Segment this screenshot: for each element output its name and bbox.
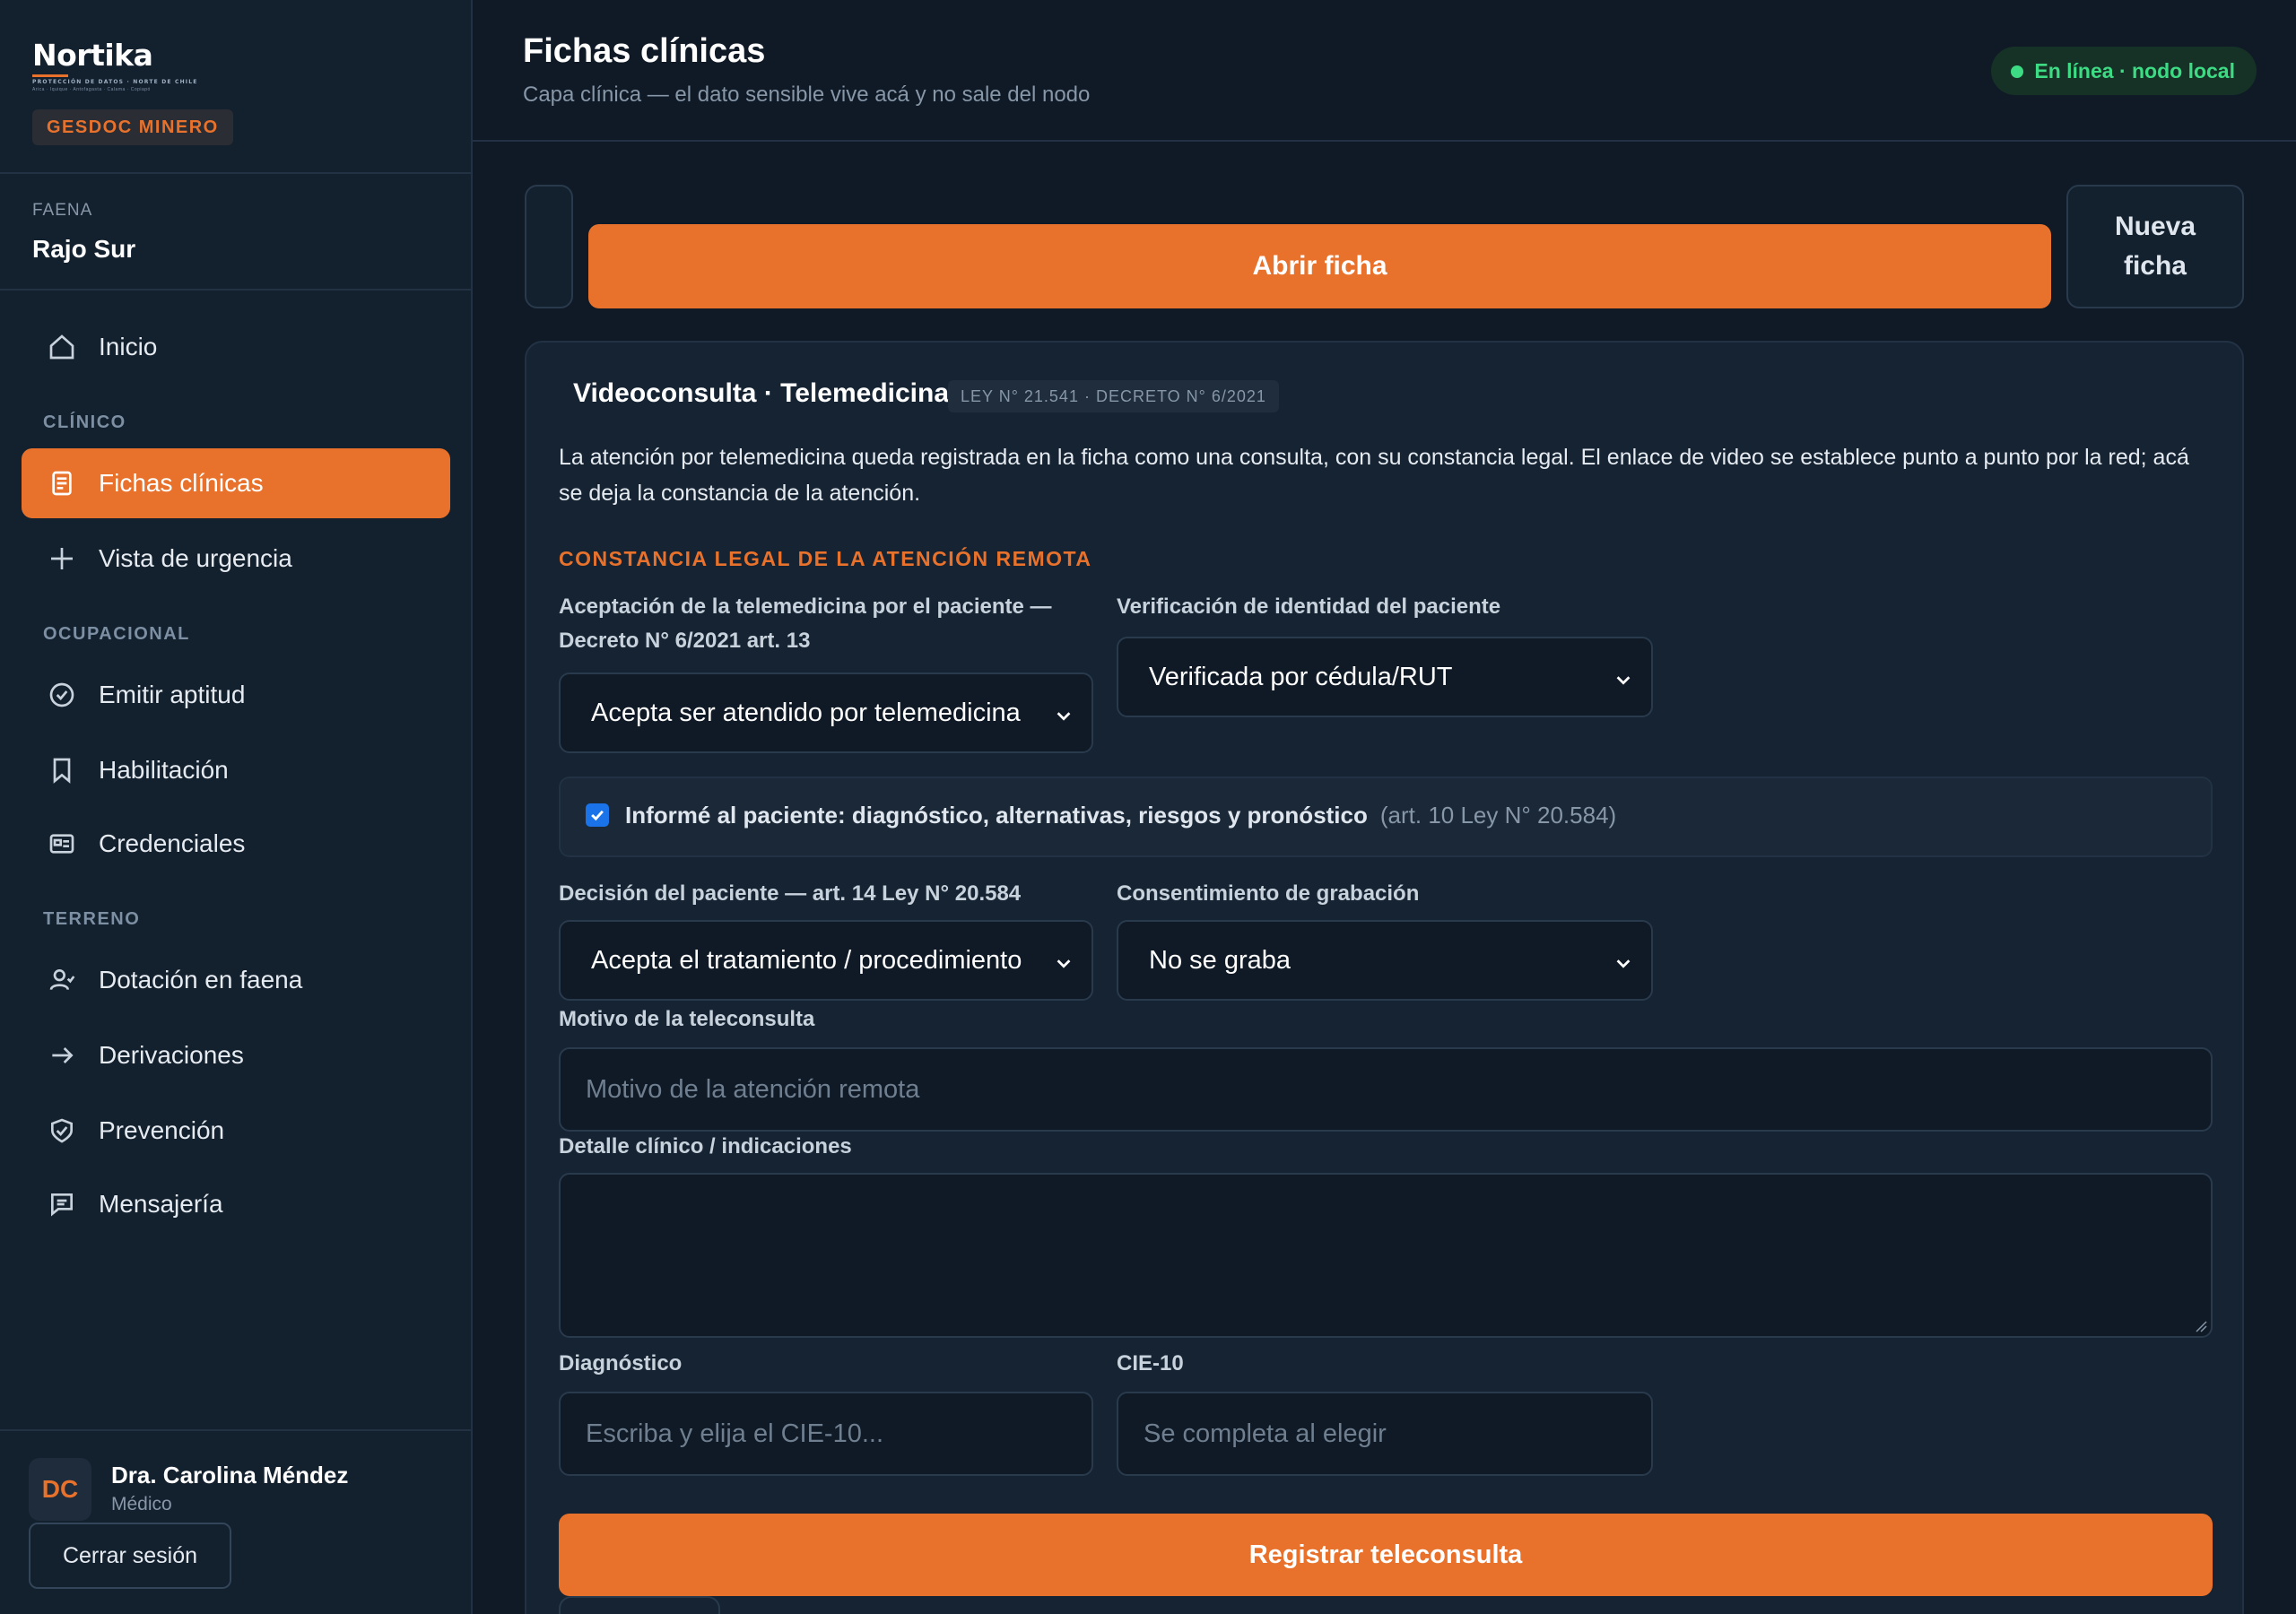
patient-search-input[interactable] [525,185,573,308]
open-record-button[interactable]: Abrir ficha [588,224,2051,308]
law-badge: LEY N° 21.541 · DECRETO N° 6/2021 [948,380,1279,412]
user-check-icon [47,965,77,995]
informed-note: (art. 10 Ley N° 20.584) [1379,802,1617,829]
section-title-legal: CONSTANCIA LEGAL DE LA ATENCIÓN REMOTA [559,547,1092,570]
sidebar-item-label: Credenciales [99,829,246,857]
chevron-down-icon [1613,950,1633,970]
divider [0,289,471,291]
product-badge: GESDOC MINERO [32,109,233,145]
diagnostico-label: Diagnóstico [559,1351,683,1375]
sidebar-item-urgencia[interactable]: Vista de urgencia [22,524,450,594]
card-description: La atención por telemedicina queda regis… [559,445,2189,506]
decision-select[interactable]: Acepta el tratamiento / procedimiento [559,920,1093,1001]
sidebar-item-fichas[interactable]: Fichas clínicas [22,448,450,518]
motivo-placeholder: Motivo de la atención remota [586,1074,920,1104]
logo-text: Nortika [32,38,153,73]
card-title: Videoconsulta · Telemedicina [573,378,950,408]
new-record-button[interactable]: Nueva ficha [2066,185,2244,308]
informed-checkbox-row[interactable]: Informé al paciente: diagnóstico, altern… [559,777,2213,857]
motivo-input[interactable]: Motivo de la atención remota [559,1047,2213,1132]
sidebar-item-habilitacion[interactable]: Habilitación [22,735,450,805]
sidebar-item-label: Fichas clínicas [99,469,264,497]
sidebar-item-label: Derivaciones [99,1041,244,1069]
acceptance-select[interactable]: Acepta ser atendido por telemedicina [559,672,1093,753]
sidebar-item-label: Prevención [99,1116,225,1144]
decision-value: Acepta el tratamiento / procedimiento [591,945,1022,975]
user-role: Médico [111,1494,172,1514]
document-icon [47,468,77,499]
identity-select[interactable]: Verificada por cédula/RUT [1117,637,1653,717]
recording-label: Consentimiento de grabación [1117,881,1420,906]
section-label-ocupacional: OCUPACIONAL [43,624,190,644]
cie-placeholder: Se completa al elegir [1144,1419,1387,1448]
sidebar-item-label: Dotación en faena [99,966,303,994]
recording-select[interactable]: No se graba [1117,920,1653,1001]
page-title: Fichas clínicas [523,32,766,70]
arrow-right-icon [47,1040,77,1071]
acceptance-label: Aceptación de la telemedicina por el pac… [559,594,1052,653]
faena-value: Rajo Sur [32,235,136,263]
motivo-label: Motivo de la teleconsulta [559,1007,815,1031]
cie-label: CIE-10 [1117,1351,1184,1375]
logo-subline: Arica · Iquique · Antofagasta · Calama ·… [32,87,151,92]
detalle-textarea[interactable] [559,1173,2213,1338]
chevron-down-icon [1054,703,1074,723]
informed-label: Informé al paciente: diagnóstico, altern… [625,802,1617,829]
resize-handle-icon[interactable] [2195,1320,2207,1332]
sidebar-item-aptitud[interactable]: Emitir aptitud [22,660,450,730]
sidebar-item-inicio[interactable]: Inicio [22,312,450,382]
divider [0,172,471,174]
check-circle-icon [47,680,77,710]
page-header: Fichas clínicas Capa clínica — el dato s… [473,0,2296,142]
diagnostico-placeholder: Escriba y elija el CIE-10... [586,1419,884,1448]
register-teleconsult-button[interactable]: Registrar teleconsulta [559,1514,2213,1596]
user-name: Dra. Carolina Méndez [111,1462,349,1488]
brand-logo[interactable]: Nortika PROTECCIÓN DE DATOS · NORTE DE C… [32,38,198,92]
home-icon [47,332,77,362]
decision-label: Decisión del paciente — art. 14 Ley N° 2… [559,881,1022,906]
informed-checkbox[interactable] [586,803,609,827]
sidebar-item-label: Inicio [99,333,158,360]
identity-label: Verificación de identidad del paciente [1117,594,1501,619]
sidebar-item-dotacion[interactable]: Dotación en faena [22,945,450,1015]
user-panel: DC Dra. Carolina Méndez Médico Cerrar se… [0,1429,471,1614]
sidebar-item-mensajeria[interactable]: Mensajería [22,1169,450,1239]
status-text: En línea · nodo local [2034,59,2235,82]
faena-label: FAENA [32,201,93,220]
status-badge: En línea · nodo local [1991,47,2257,95]
sidebar-item-derivaciones[interactable]: Derivaciones [22,1020,450,1090]
shield-check-icon [47,1115,77,1146]
chevron-down-icon [1054,950,1074,970]
cie-input[interactable]: Se completa al elegir [1117,1392,1653,1476]
sidebar: Nortika PROTECCIÓN DE DATOS · NORTE DE C… [0,0,473,1614]
secondary-button-partial[interactable] [559,1596,720,1614]
plus-icon [47,543,77,574]
detalle-label: Detalle clínico / indicaciones [559,1134,852,1158]
avatar: DC [29,1458,91,1521]
logout-button[interactable]: Cerrar sesión [29,1523,231,1589]
message-icon [47,1189,77,1219]
bookmark-icon [47,755,77,785]
recording-value: No se graba [1149,945,1291,975]
sidebar-item-label: Emitir aptitud [99,681,246,708]
chevron-down-icon [1613,667,1633,687]
sidebar-item-label: Vista de urgencia [99,544,292,572]
sidebar-item-credenciales[interactable]: Credenciales [22,809,450,879]
logo-underline [32,74,68,77]
page-subtitle: Capa clínica — el dato sensible vive acá… [523,82,1091,107]
sidebar-item-label: Habilitación [99,756,229,784]
sidebar-item-label: Mensajería [99,1190,223,1218]
identity-value: Verificada por cédula/RUT [1149,662,1453,691]
sidebar-item-prevencion[interactable]: Prevención [22,1096,450,1166]
diagnostico-input[interactable]: Escriba y elija el CIE-10... [559,1392,1093,1476]
acceptance-value: Acepta ser atendido por telemedicina [591,698,1021,727]
telemedicine-card: Videoconsulta · Telemedicina LEY N° 21.5… [525,341,2244,1614]
id-card-icon [47,829,77,859]
logo-tagline: PROTECCIÓN DE DATOS · NORTE DE CHILE [32,79,198,85]
section-label-terreno: TERRENO [43,909,141,929]
new-record-label: Nueva ficha [2114,212,2196,281]
section-label-clinico: CLÍNICO [43,412,126,432]
status-dot-icon [2011,65,2024,78]
